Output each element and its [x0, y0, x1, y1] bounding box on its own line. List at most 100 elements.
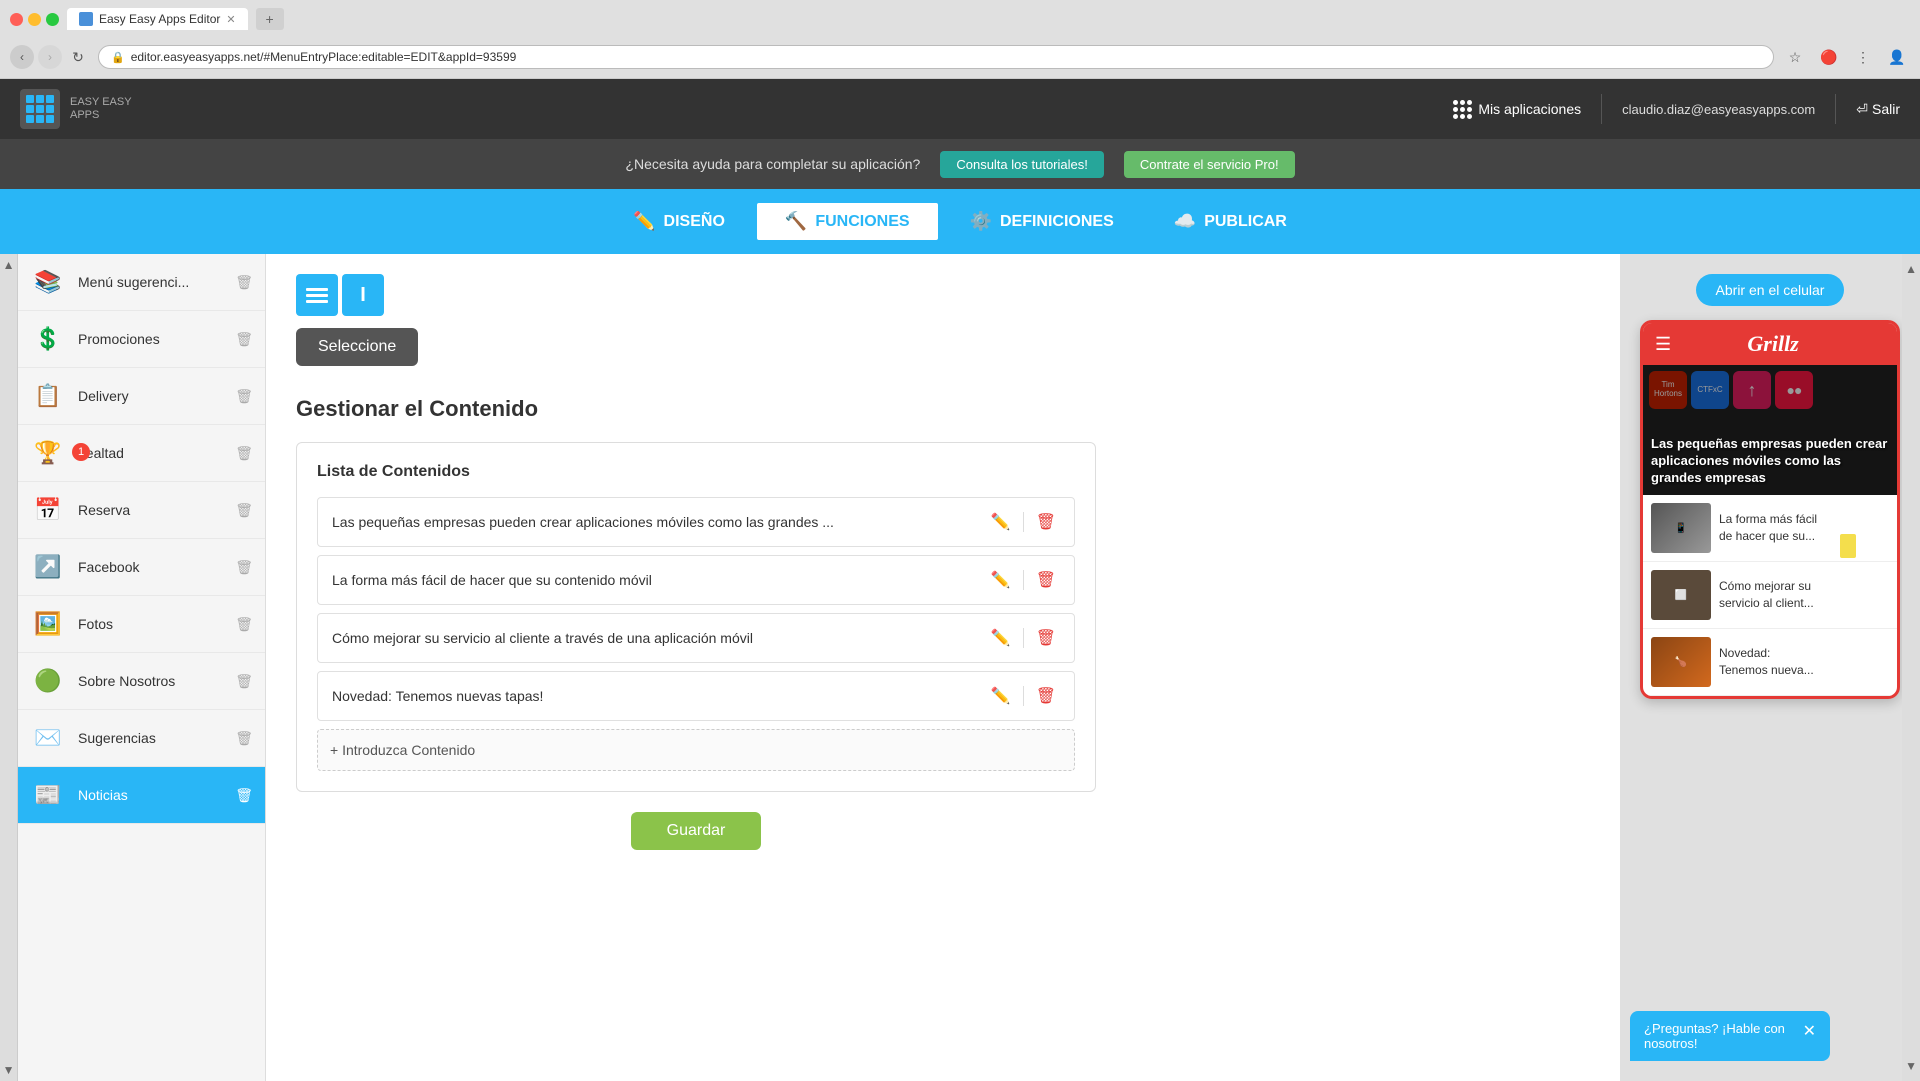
delete-item-2-btn[interactable]: 🗑 — [1032, 568, 1060, 592]
lealtad-badge: 1 — [72, 443, 90, 461]
delete-item-3-btn[interactable]: 🗑 — [1032, 626, 1060, 650]
content-item-text-3: Cómo mejorar su servicio al cliente a tr… — [332, 630, 977, 646]
delete-menu-sugerencias-btn[interactable]: 🗑 — [235, 274, 253, 291]
sidebar-scroll-arrows: ▲ ▼ — [0, 254, 18, 1081]
promociones-icon: 💲 — [34, 326, 61, 352]
menu-btn[interactable]: ⋮ — [1850, 44, 1876, 70]
edit-item-4-btn[interactable]: ✏️ — [987, 684, 1015, 708]
sidebar-item-sobre-nosotros[interactable]: 🟢 Sobre Nosotros 🗑 — [18, 653, 265, 710]
browser-title-bar: Easy Easy Apps Editor ✕ + — [0, 0, 1920, 38]
phone-news-text-2: Cómo mejorar suservicio al client... — [1719, 578, 1814, 612]
sidebar-item-lealtad[interactable]: 🏆 1 Lealtad 🗑 — [18, 425, 265, 482]
phone-news-text-1: La forma más fácilde hacer que su... — [1719, 511, 1817, 545]
sidebar-label-delivery: Delivery — [78, 388, 223, 404]
tab-definiciones[interactable]: ⚙️ DEFINICIONES — [940, 201, 1144, 242]
sidebar-item-fotos[interactable]: 🖼️ Fotos 🗑 — [18, 596, 265, 653]
tab-favicon — [79, 12, 93, 26]
open-phone-btn[interactable]: Abrir en el celular — [1696, 274, 1845, 306]
tab-title: Easy Easy Apps Editor — [99, 12, 220, 26]
delete-noticias-btn[interactable]: 🗑 — [235, 787, 253, 804]
delete-facebook-btn[interactable]: 🗑 — [235, 559, 253, 576]
content-item: Cómo mejorar su servicio al cliente a tr… — [317, 613, 1075, 663]
refresh-btn[interactable]: ↻ — [66, 45, 90, 69]
section-title: Gestionar el Contenido — [296, 396, 1096, 422]
browser-tab[interactable]: Easy Easy Apps Editor ✕ — [67, 8, 248, 30]
delete-sobre-nosotros-btn[interactable]: 🗑 — [235, 673, 253, 690]
new-tab-btn[interactable]: + — [256, 8, 284, 30]
header-divider — [1601, 94, 1602, 124]
logo-area: EASY EASY APPS — [20, 89, 132, 129]
sobre-nosotros-icon: 🟢 — [34, 668, 61, 694]
tab-diseno[interactable]: ✏️ DISEÑO — [603, 201, 755, 242]
header-nav: Mis aplicaciones claudio.diaz@easyeasyap… — [1453, 94, 1900, 124]
maximize-window-dot[interactable] — [46, 13, 59, 26]
save-btn[interactable]: Guardar — [631, 812, 762, 850]
content-scroll-up[interactable]: ▲ — [1901, 254, 1920, 280]
bookmark-icon[interactable]: ☆ — [1782, 44, 1808, 70]
edit-item-3-btn[interactable]: ✏️ — [987, 626, 1015, 650]
delete-item-4-btn[interactable]: 🗑 — [1032, 684, 1060, 708]
sidebar-item-reserva[interactable]: 📅 Reserva 🗑 — [18, 482, 265, 539]
delete-promociones-btn[interactable]: 🗑 — [235, 331, 253, 348]
help-bar: ¿Necesita ayuda para completar su aplica… — [0, 139, 1920, 189]
chat-text: ¿Preguntas? ¡Hable con nosotros! — [1644, 1021, 1797, 1051]
facebook-icon: ↗️ — [34, 554, 61, 580]
phone-news-item-3[interactable]: 🍗 Novedad:Tenemos nueva... — [1643, 629, 1897, 696]
delete-reserva-btn[interactable]: 🗑 — [235, 502, 253, 519]
action-divider-4 — [1023, 686, 1024, 706]
phone-news-thumb-2: ⬜ — [1651, 570, 1711, 620]
tab-diseno-label: DISEÑO — [664, 213, 725, 231]
minimize-window-dot[interactable] — [28, 13, 41, 26]
profile-btn[interactable]: 👤 — [1884, 44, 1910, 70]
content-list-box: Lista de Contenidos Las pequeñas empresa… — [296, 442, 1096, 792]
back-btn[interactable]: ‹ — [10, 45, 34, 69]
add-content-btn[interactable]: + Introduzca Contenido — [317, 729, 1075, 771]
sidebar-item-noticias[interactable]: 📰 Noticias 🗑 — [18, 767, 265, 824]
url-bar[interactable]: 🔒 editor.easyeasyapps.net/#MenuEntryPlac… — [98, 45, 1774, 69]
logout-btn[interactable]: ⏎ Salir — [1856, 101, 1900, 118]
edit-item-1-btn[interactable]: ✏️ — [987, 510, 1015, 534]
sidebar-item-promociones[interactable]: 💲 Promociones 🗑 — [18, 311, 265, 368]
delete-lealtad-btn[interactable]: 🗑 — [235, 445, 253, 462]
delete-fotos-btn[interactable]: 🗑 — [235, 616, 253, 633]
tab-funciones[interactable]: 🔨 FUNCIONES — [755, 201, 940, 242]
delete-delivery-btn[interactable]: 🗑 — [235, 388, 253, 405]
content-item-text-2: La forma más fácil de hacer que su conte… — [332, 572, 977, 588]
extension-btn[interactable]: 🔴 — [1816, 44, 1842, 70]
sidebar-item-delivery[interactable]: 📋 Delivery 🗑 — [18, 368, 265, 425]
select-btn[interactable]: Seleccione — [296, 328, 418, 366]
phone-news-item-1[interactable]: 📱 La forma más fácilde hacer que su... — [1643, 495, 1897, 562]
forward-btn[interactable]: › — [38, 45, 62, 69]
list-title: Lista de Contenidos — [317, 463, 1075, 481]
sidebar-item-facebook[interactable]: ↗️ Facebook 🗑 — [18, 539, 265, 596]
my-apps-btn[interactable]: Mis aplicaciones — [1453, 100, 1581, 119]
save-btn-wrap: Guardar — [296, 812, 1096, 850]
edit-item-2-btn[interactable]: ✏️ — [987, 568, 1015, 592]
tutorials-btn[interactable]: Consulta los tutoriales! — [940, 151, 1104, 178]
phone-preview: ☰ Grillz TimHortons CTFxC ↑ ●● Las peque… — [1640, 320, 1900, 699]
close-window-dot[interactable] — [10, 13, 23, 26]
phone-news-item-2[interactable]: ⬜ Cómo mejorar suservicio al client... — [1643, 562, 1897, 629]
phone-hero: TimHortons CTFxC ↑ ●● Las pequeñas empre… — [1643, 365, 1897, 495]
sidebar-label-fotos: Fotos — [78, 616, 223, 632]
browser-dots — [10, 13, 59, 26]
sidebar: 📚 Menú sugerenci... 🗑 💲 Promociones 🗑 📋 … — [18, 254, 266, 1081]
text-align-btn[interactable]: I — [342, 274, 384, 316]
pro-service-btn[interactable]: Contrate el servicio Pro! — [1124, 151, 1295, 178]
sidebar-scroll-up[interactable]: ▲ — [0, 254, 18, 276]
tab-publicar[interactable]: ☁️ PUBLICAR — [1144, 201, 1317, 242]
sidebar-item-sugerencias[interactable]: ✉️ Sugerencias 🗑 — [18, 710, 265, 767]
sidebar-item-menu-sugerencias[interactable]: 📚 Menú sugerenci... 🗑 — [18, 254, 265, 311]
url-text: editor.easyeasyapps.net/#MenuEntryPlace:… — [131, 50, 517, 64]
content-scroll-down[interactable]: ▼ — [1901, 1055, 1920, 1081]
sidebar-scroll-down[interactable]: ▼ — [0, 1059, 18, 1081]
chat-close-btn[interactable]: ✕ — [1803, 1021, 1816, 1041]
menu-sugerencias-icon: 📚 — [34, 269, 61, 295]
sidebar-label-sobre-nosotros: Sobre Nosotros — [78, 673, 223, 689]
tab-close-btn[interactable]: ✕ — [226, 13, 235, 26]
delete-sugerencias-btn[interactable]: 🗑 — [235, 730, 253, 747]
content-item-actions-3: ✏️ 🗑 — [987, 626, 1060, 650]
hamburger-menu-btn[interactable] — [296, 274, 338, 316]
phone-hamburger-icon: ☰ — [1655, 334, 1671, 355]
delete-item-1-btn[interactable]: 🗑 — [1032, 510, 1060, 534]
